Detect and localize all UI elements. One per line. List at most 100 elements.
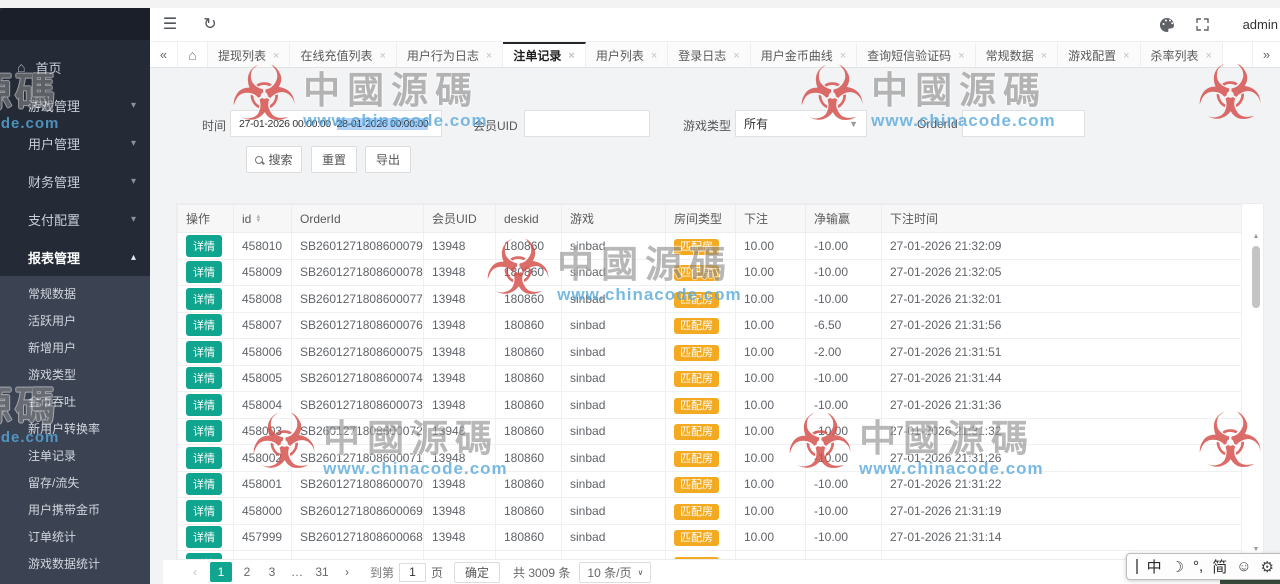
uid-input[interactable] — [524, 110, 650, 137]
tab-close-icon[interactable]: × — [1206, 50, 1212, 62]
tab-close-icon[interactable]: × — [379, 50, 385, 62]
fullscreen-icon[interactable] — [1185, 17, 1221, 32]
page-number[interactable]: 3 — [262, 562, 282, 582]
tab[interactable]: 登录日志 × — [668, 42, 750, 67]
tab[interactable]: 提现列表 × — [208, 42, 290, 67]
tab[interactable]: 杀率列表 × — [1141, 42, 1223, 67]
page-number[interactable]: 31 — [312, 562, 332, 582]
sidebar-sub-item[interactable]: 新用户转换率 — [0, 416, 150, 443]
sidebar-sub-item[interactable]: 游戏数据统计 — [0, 551, 150, 578]
tab[interactable]: 常规数据 × — [976, 42, 1058, 67]
tab-close-icon[interactable]: × — [733, 50, 739, 62]
cell-deskid: 180860 — [496, 339, 562, 366]
refresh-icon[interactable]: ↻ — [190, 8, 230, 42]
tab[interactable]: 用户列表 × — [586, 42, 668, 67]
sidebar-parent-item[interactable]: 报表管理 ▴ — [0, 238, 150, 276]
sidebar-sub-item[interactable]: 注单记录 — [0, 443, 150, 470]
cell-orderid: SB2601271808600078 — [292, 259, 424, 286]
page-next-icon[interactable]: › — [337, 562, 357, 582]
moon-icon[interactable]: ☽ — [1171, 558, 1184, 576]
tabs-scroll-right-icon[interactable]: » — [1252, 42, 1280, 67]
detail-button[interactable]: 详情 — [186, 261, 222, 283]
export-button[interactable]: 导出 — [365, 146, 411, 173]
detail-button[interactable]: 详情 — [186, 288, 222, 310]
detail-button[interactable]: 详情 — [186, 367, 222, 389]
page-number[interactable]: 2 — [237, 562, 257, 582]
table-scrollbar[interactable]: ▲ ▼ — [1251, 232, 1261, 555]
tab-close-icon[interactable]: × — [1123, 50, 1129, 62]
detail-button[interactable]: 详情 — [186, 394, 222, 416]
detail-button[interactable]: 详情 — [186, 526, 222, 548]
emoji-icon[interactable]: ☺ — [1236, 558, 1251, 575]
tab-close-icon[interactable]: × — [273, 50, 279, 62]
tab-close-icon[interactable]: × — [840, 50, 846, 62]
tab-close-icon[interactable]: × — [958, 50, 964, 62]
sidebar-sub-item[interactable]: 用户携带金币 — [0, 497, 150, 524]
detail-button[interactable]: 详情 — [186, 314, 222, 336]
sidebar-parent-item[interactable]: 游戏管理 ▾ — [0, 86, 150, 124]
detail-button[interactable]: 详情 — [186, 420, 222, 442]
sidebar-sub-item[interactable]: 活跃用户 — [0, 308, 150, 335]
cell-bet-time: 27-01-2026 21:31:19 — [882, 498, 1242, 525]
confirm-button[interactable]: 确定 — [454, 562, 500, 583]
page-size-select[interactable]: 10 条/页 ∨ — [579, 562, 651, 583]
tab[interactable]: 用户金币曲线 × — [751, 42, 857, 67]
sidebar-sub-item[interactable]: 半小时在线数据 — [0, 578, 150, 584]
sidebar-parent-item[interactable]: 用户管理 ▾ — [0, 124, 150, 162]
sidebar-sub-item[interactable]: 常规数据 — [0, 281, 150, 308]
gear-icon[interactable]: ⚙ — [1261, 558, 1274, 576]
detail-button[interactable]: 详情 — [186, 235, 222, 257]
page-number[interactable]: 1 — [210, 562, 232, 582]
ime-simplified-toggle[interactable]: 简 — [1212, 556, 1227, 577]
detail-button[interactable]: 详情 — [186, 473, 222, 495]
sidebar-sub-item[interactable]: 订单统计 — [0, 524, 150, 551]
detail-button[interactable]: 详情 — [186, 553, 222, 560]
goto-page-input[interactable] — [399, 563, 426, 582]
tab[interactable]: 注单记录 × — [503, 42, 585, 67]
theme-palette-icon[interactable] — [1149, 17, 1185, 33]
sidebar-parent-item[interactable]: 支付配置 ▾ — [0, 200, 150, 238]
detail-button[interactable]: 详情 — [186, 447, 222, 469]
detail-button[interactable]: 详情 — [186, 341, 222, 363]
col-id[interactable]: id▲▼ — [234, 205, 292, 233]
time-range-input[interactable]: 27-01-2026 00:00:00 - 28-01-2026 00:00:0… — [230, 110, 442, 137]
scrollbar-thumb[interactable] — [1252, 246, 1260, 308]
sidebar-sub-item[interactable]: 新增用户 — [0, 335, 150, 362]
tab[interactable]: 游戏配置 × — [1058, 42, 1140, 67]
ime-lang-toggle[interactable]: 中 — [1147, 556, 1162, 577]
orderid-input[interactable] — [962, 110, 1085, 137]
sidebar-item-home[interactable]: ⌂ 首页 — [0, 48, 150, 86]
reset-button[interactable]: 重置 — [311, 146, 357, 173]
ime-punct-toggle[interactable]: °, — [1193, 558, 1203, 575]
tab[interactable]: 查询短信验证码 × — [857, 42, 975, 67]
sidebar-sub-item[interactable]: 游戏类型 — [0, 362, 150, 389]
cell-game: sinbad — [562, 471, 666, 498]
game-type-select[interactable]: 所有 ▼ — [735, 110, 867, 137]
user-menu[interactable]: admin — [1243, 17, 1278, 32]
sidebar-parent-item[interactable]: 财务管理 ▾ — [0, 162, 150, 200]
search-button[interactable]: 搜索 — [246, 146, 302, 173]
tabs-scroll-left-icon[interactable]: « — [150, 42, 178, 67]
col-uid: 会员UID — [424, 205, 496, 233]
goto-label: 到第 — [370, 564, 394, 581]
collapse-sidebar-icon[interactable]: ☰ — [150, 8, 190, 42]
tab-close-icon[interactable]: × — [568, 50, 574, 62]
tab-home-icon[interactable]: ⌂ — [178, 42, 208, 67]
sidebar-sub-item[interactable]: 留存/流失 — [0, 470, 150, 497]
scroll-up-icon[interactable]: ▲ — [1251, 232, 1261, 242]
page-prev-icon[interactable]: ‹ — [185, 562, 205, 582]
sort-icon[interactable]: ▲▼ — [255, 215, 261, 224]
tab-close-icon[interactable]: × — [651, 50, 657, 62]
cell-win: -10.00 — [806, 524, 882, 551]
tab[interactable]: 用户行为日志 × — [397, 42, 503, 67]
room-type-badge: 匹配房 — [674, 424, 719, 440]
cell-bet-time: 27-01-2026 21:31:51 — [882, 339, 1242, 366]
tab[interactable]: 在线充值列表 × — [290, 42, 396, 67]
sidebar-sub-item[interactable]: 金币吞吐 — [0, 389, 150, 416]
page-number[interactable]: … — [287, 562, 307, 582]
tab-close-icon[interactable]: × — [486, 50, 492, 62]
detail-button[interactable]: 详情 — [186, 500, 222, 522]
table-header: 操作 id▲▼ OrderId 会员UID deskid 游戏 房间类型 下注 … — [178, 205, 1242, 233]
tab-close-icon[interactable]: × — [1041, 50, 1047, 62]
cell-win: -10.00 — [806, 233, 882, 260]
